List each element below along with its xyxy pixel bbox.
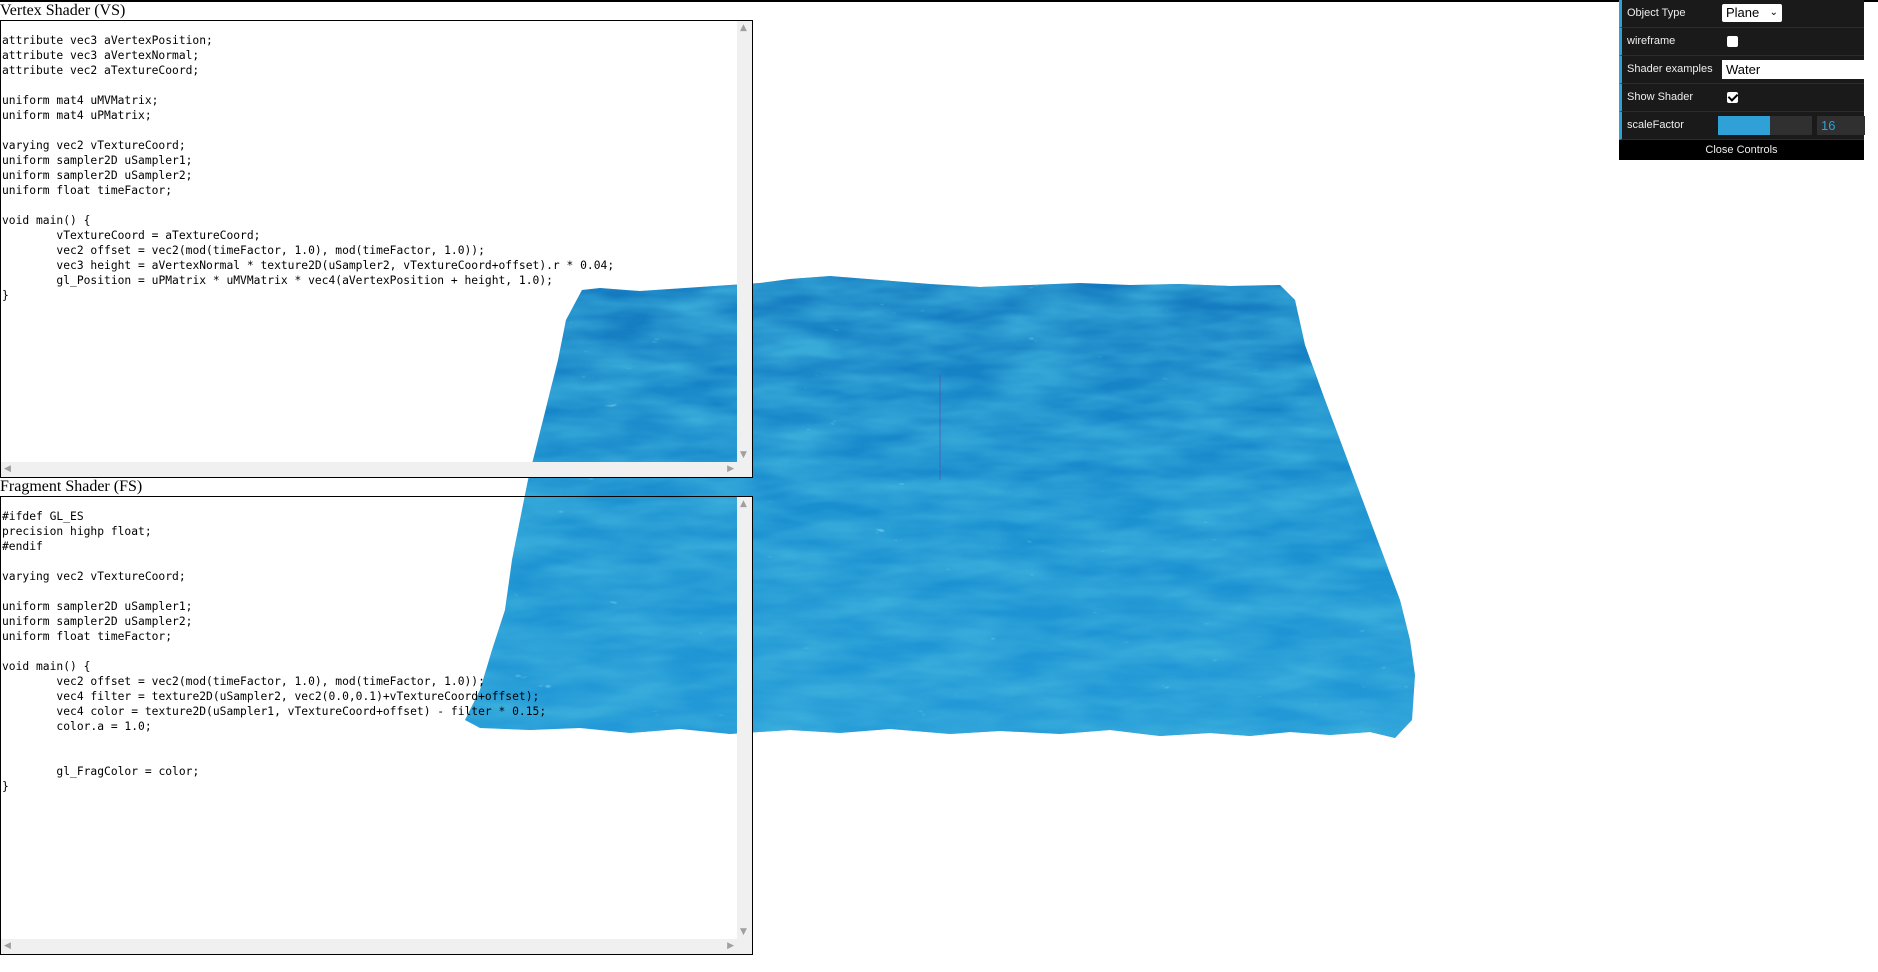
scroll-down-icon[interactable]: ▼ [740,450,747,460]
scale-factor-label: scaleFactor [1627,119,1684,131]
horizontal-scrollbar[interactable]: ◀ ▶ [1,462,737,477]
wireframe-label: wireframe [1627,35,1676,47]
scroll-up-icon[interactable]: ▲ [740,23,747,33]
show-shader-label: Show Shader [1627,91,1694,103]
show-shader-row: Show Shader [1619,84,1864,112]
wireframe-row: wireframe [1619,28,1864,56]
scale-factor-row: scaleFactor 16 [1619,112,1865,140]
show-shader-checkbox[interactable] [1727,92,1738,103]
object-type-select[interactable]: Plane ⌄ [1722,4,1782,22]
scrollbar-corner [737,462,752,477]
object-type-value: Plane [1726,5,1760,20]
scroll-right-icon[interactable]: ▶ [727,941,734,951]
object-type-row: Object Type Plane ⌄ [1619,0,1864,28]
scroll-down-icon[interactable]: ▼ [740,927,747,937]
fragment-shader-title: Fragment Shader (FS) [0,478,143,495]
close-controls-button[interactable]: Close Controls [1619,140,1864,160]
vertical-scrollbar[interactable]: ▲ ▼ [737,497,752,939]
scrollbar-corner [737,939,752,954]
scroll-left-icon[interactable]: ◀ [4,464,11,474]
fragment-shader-code[interactable]: #ifdef GL_ES precision highp float; #end… [2,509,546,794]
chevron-down-icon: ⌄ [1769,7,1778,18]
scale-factor-slider[interactable] [1718,116,1812,135]
shader-examples-input[interactable]: Water [1722,60,1867,79]
vertical-scrollbar[interactable]: ▲ ▼ [737,21,752,462]
vertex-shader-code[interactable]: attribute vec3 aVertexPosition; attribut… [2,33,614,303]
horizontal-scrollbar[interactable]: ◀ ▶ [1,939,737,954]
object-type-label: Object Type [1627,7,1686,19]
vertex-shader-title: Vertex Shader (VS) [0,2,126,19]
scroll-up-icon[interactable]: ▲ [740,499,747,509]
fragment-shader-editor[interactable]: #ifdef GL_ES precision highp float; #end… [0,496,753,955]
wireframe-checkbox[interactable] [1727,36,1738,47]
scale-factor-input[interactable]: 16 [1817,116,1865,135]
scale-factor-slider-fill [1718,116,1770,135]
scroll-right-icon[interactable]: ▶ [727,464,734,474]
shader-examples-row: Shader examples Water [1619,56,1867,84]
shader-examples-label: Shader examples [1627,63,1713,75]
scroll-left-icon[interactable]: ◀ [4,941,11,951]
vertex-shader-editor[interactable]: attribute vec3 aVertexPosition; attribut… [0,20,753,478]
controls-panel: Object Type Plane ⌄ wireframe Shader exa… [1619,0,1867,160]
